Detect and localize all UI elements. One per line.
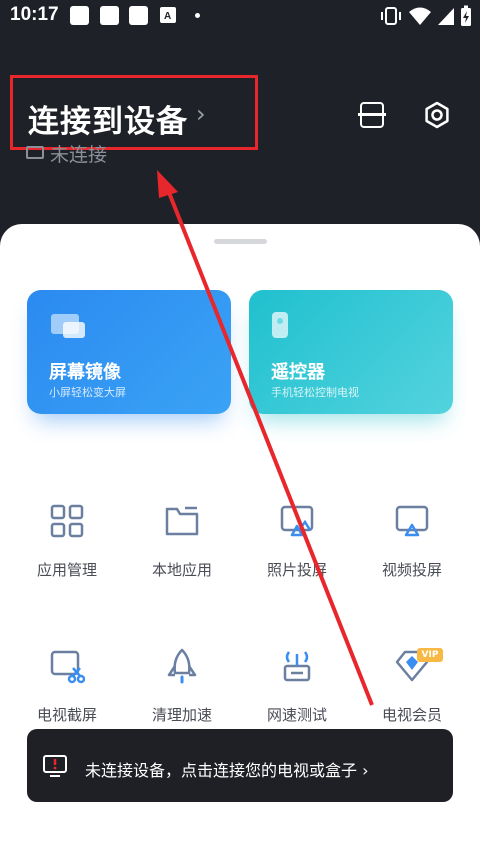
card-title: 遥控器 [271, 362, 325, 383]
status-time: 10:17 [10, 4, 59, 25]
grid-item-label: 照片投屏 [266, 561, 327, 579]
notification-icon [129, 6, 148, 25]
status-bar: 10:17 A [0, 0, 480, 32]
grid-item-label: 清理加速 [151, 706, 212, 724]
grid-item-app-management[interactable]: 应用管理 [7, 503, 127, 603]
card-subtitle: 小屏轻松变大屏 [49, 386, 126, 399]
remote-icon [272, 312, 288, 338]
video-cast-icon [395, 505, 429, 537]
folder-icon [165, 506, 199, 536]
signal-icon [438, 8, 454, 25]
grid-item-local-apps[interactable]: 本地应用 [122, 503, 242, 603]
toast-message: 未连接设备，点击连接您的电视或盒子 › [85, 761, 369, 780]
grid-item-label: 视频投屏 [381, 561, 442, 579]
grid-item-photo-cast[interactable]: 照片投屏 [237, 503, 357, 603]
notification-icon [100, 6, 119, 25]
wifi-icon [409, 7, 431, 25]
card-subtitle: 手机轻松控制电视 [271, 386, 359, 399]
grid-item-label: 本地应用 [151, 561, 212, 579]
remote-control-card[interactable]: 遥控器 手机轻松控制电视 [249, 290, 453, 414]
monitor-icon [26, 146, 44, 159]
notification-icon [70, 6, 89, 25]
settings-gear-icon[interactable] [423, 101, 451, 129]
app-notification-icon: A [160, 7, 176, 23]
router-icon [283, 651, 311, 682]
connection-status: 未连接 [50, 144, 108, 166]
apps-grid-icon [50, 504, 84, 538]
tv-alert-icon [43, 755, 67, 777]
scan-icon[interactable] [358, 102, 386, 128]
not-connected-toast[interactable]: 未连接设备，点击连接您的电视或盒子 › [27, 729, 453, 802]
card-title: 屏幕镜像 [49, 362, 121, 383]
vibrate-icon [381, 7, 401, 25]
grid-item-label: 电视截屏 [36, 706, 97, 724]
screen-mirror-card[interactable]: 屏幕镜像 小屏轻松变大屏 [27, 290, 231, 414]
screen-mirror-icon-overlay [63, 322, 85, 338]
svg-text:A: A [164, 11, 171, 22]
more-notifications-icon [195, 13, 200, 18]
grid-item-label: 电视会员 [381, 706, 442, 724]
vip-badge: VIP [417, 648, 443, 662]
battery-icon [461, 5, 471, 26]
photo-cast-icon [280, 505, 314, 537]
grid-item-label: 网速测试 [266, 706, 327, 724]
sheet-handle[interactable] [214, 239, 267, 244]
highlight-box [10, 75, 258, 150]
rocket-icon [167, 648, 197, 684]
screenshot-icon [50, 650, 85, 684]
grid-item-video-cast[interactable]: 视频投屏 [352, 503, 472, 603]
grid-item-label: 应用管理 [36, 561, 97, 579]
